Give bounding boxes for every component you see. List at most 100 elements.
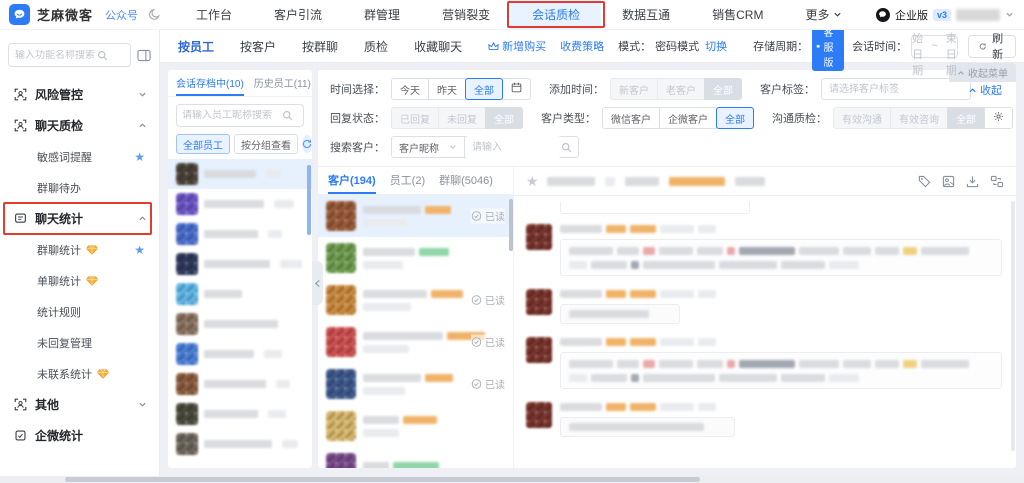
download-icon[interactable]	[966, 175, 979, 188]
view-tab-4[interactable]: 收藏聊天	[414, 38, 462, 55]
collapse-handle[interactable]	[312, 261, 323, 305]
customer-row[interactable]	[318, 237, 513, 279]
horizontal-scrollbar[interactable]	[0, 476, 1024, 483]
sidebar-group-0[interactable]: 风险管控	[0, 79, 159, 110]
gear-icon[interactable]	[984, 107, 1013, 129]
customer-row[interactable]: 已读	[318, 321, 513, 363]
nav-item-2[interactable]: 群管理	[343, 0, 421, 29]
tag-icon[interactable]	[918, 175, 931, 188]
employee-row[interactable]	[168, 249, 312, 279]
official-account-link[interactable]: 公众号	[105, 7, 138, 23]
employee-row[interactable]	[168, 279, 312, 309]
customer-row[interactable]	[318, 447, 513, 468]
gallery-icon[interactable]	[942, 175, 955, 188]
group-view-button[interactable]: 按分组查看	[234, 134, 298, 154]
view-tab-3[interactable]: 质检	[364, 38, 388, 55]
employee-row[interactable]	[168, 429, 312, 459]
addtime-filter-option-1[interactable]: 老客户	[657, 78, 705, 100]
date-range-input[interactable]: 开始日期 ~ 结束日期	[911, 35, 958, 58]
customer-list-scrollbar[interactable]	[509, 199, 513, 251]
employee-row[interactable]	[168, 399, 312, 429]
staff-search-field[interactable]	[182, 110, 282, 121]
addtime-filter-option-0[interactable]: 新客户	[610, 78, 658, 100]
nav-item-4[interactable]: 会话质检	[511, 0, 601, 29]
view-tab-0[interactable]: 按员工	[178, 38, 214, 55]
favorite-star-icon[interactable]: ★	[526, 173, 539, 190]
reply-filter-option-0[interactable]: 已回复	[391, 107, 439, 129]
horizontal-scrollbar-thumb[interactable]	[65, 477, 700, 482]
qc-filter-option-0[interactable]: 有效沟通	[833, 107, 891, 129]
customer-row[interactable]	[318, 405, 513, 447]
all-staff-button[interactable]: 全部员工	[176, 134, 230, 154]
export-icon[interactable]	[990, 175, 1004, 188]
customer-search-field[interactable]	[465, 136, 561, 158]
nav-item-6[interactable]: 销售CRM	[691, 0, 784, 29]
mode-switch-link[interactable]: 切换	[705, 38, 727, 54]
ctype-filter-option-1[interactable]: 企微客户	[659, 107, 717, 129]
employee-row[interactable]	[168, 189, 312, 219]
nav-item-3[interactable]: 营销裂变	[421, 0, 511, 29]
employee-row[interactable]	[168, 219, 312, 249]
time-filter-option-0[interactable]: 今天	[391, 78, 429, 100]
sync-icon[interactable]	[302, 135, 312, 153]
sidebar-item-2-2[interactable]: 统计规则	[0, 296, 159, 327]
employee-row[interactable]	[168, 339, 312, 369]
nav-item-1[interactable]: 客户引流	[253, 0, 343, 29]
view-tab-1[interactable]: 按客户	[240, 38, 276, 55]
sidebar-group-2[interactable]: 聊天统计	[0, 203, 159, 234]
time-filter-option-1[interactable]: 昨天	[428, 78, 466, 100]
staff-search-input[interactable]	[176, 104, 304, 127]
sidebar-item-2-3[interactable]: 未回复管理	[0, 327, 159, 358]
collapse-menu-badge[interactable]: 收起菜单	[949, 63, 1016, 82]
sidebar-group-3[interactable]: 其他	[0, 389, 159, 420]
nav-item-7[interactable]: 更多	[784, 0, 863, 29]
customer-row[interactable]: 已读	[318, 195, 513, 237]
account-area[interactable]: 企业版 v3	[876, 7, 1014, 23]
tab-history-staff[interactable]: 历史员工(11)	[254, 70, 311, 96]
employee-list-scrollbar[interactable]	[307, 165, 311, 235]
customer-search-input[interactable]	[465, 136, 579, 158]
function-search-input[interactable]	[8, 43, 131, 67]
fee-policy-link[interactable]: 收费策略	[560, 38, 604, 54]
customer-row[interactable]: 已读	[318, 279, 513, 321]
customer-row[interactable]: 已读	[318, 363, 513, 405]
addtime-filter-option-2[interactable]: 全部	[704, 78, 742, 100]
employee-row[interactable]	[168, 309, 312, 339]
sidebar-group-4[interactable]: 企微统计	[0, 420, 159, 451]
search-field-select[interactable]: 客户昵称	[391, 136, 465, 158]
employee-row[interactable]	[168, 159, 312, 189]
sidebar-item-2-0[interactable]: 群聊统计★	[0, 234, 159, 265]
enterprise-icon	[876, 8, 890, 22]
reply-filter-option-2[interactable]: 全部	[485, 107, 523, 129]
customer-tab-2[interactable]: 群聊(5046)	[439, 167, 493, 194]
view-tab-2[interactable]: 按群聊	[302, 38, 338, 55]
tab-archiving[interactable]: 会话存档中(10)	[176, 70, 244, 96]
ctype-filter-option-2[interactable]: 全部	[716, 107, 754, 129]
star-icon[interactable]: ★	[134, 150, 145, 164]
customer-tab-0[interactable]: 客户(194)	[328, 167, 376, 194]
refresh-button[interactable]: 刷新	[968, 35, 1016, 58]
employee-row[interactable]	[168, 369, 312, 399]
sidebar-item-1-0[interactable]: 敏感词提醒★	[0, 141, 159, 172]
ctype-filter-option-0[interactable]: 微信客户	[602, 107, 660, 129]
chat-scrollbar[interactable]	[1011, 201, 1015, 451]
moon-icon[interactable]	[148, 8, 161, 21]
buy-link[interactable]: 新增购买	[488, 38, 546, 54]
sidebar-item-2-1[interactable]: 单聊统计	[0, 265, 159, 296]
qc-filter-option-1[interactable]: 有效咨询	[890, 107, 948, 129]
customer-tab-1[interactable]: 员工(2)	[390, 167, 425, 194]
chevron-up-icon	[957, 69, 965, 77]
sidebar-group-1[interactable]: 聊天质检	[0, 110, 159, 141]
qc-filter-option-2[interactable]: 全部	[947, 107, 985, 129]
panel-layout-icon[interactable]	[137, 49, 151, 62]
collapse-filters-link[interactable]: 收起	[968, 82, 1002, 98]
star-icon[interactable]: ★	[134, 243, 145, 257]
calendar-icon[interactable]	[502, 78, 531, 100]
nav-item-5[interactable]: 数据互通	[601, 0, 691, 29]
sidebar-item-2-4[interactable]: 未联系统计	[0, 358, 159, 389]
nav-item-0[interactable]: 工作台	[175, 0, 253, 29]
sidebar-item-1-1[interactable]: 群聊待办	[0, 172, 159, 203]
time-filter-option-2[interactable]: 全部	[465, 78, 503, 100]
reply-filter-option-1[interactable]: 未回复	[438, 107, 486, 129]
function-search-field[interactable]	[15, 50, 97, 61]
